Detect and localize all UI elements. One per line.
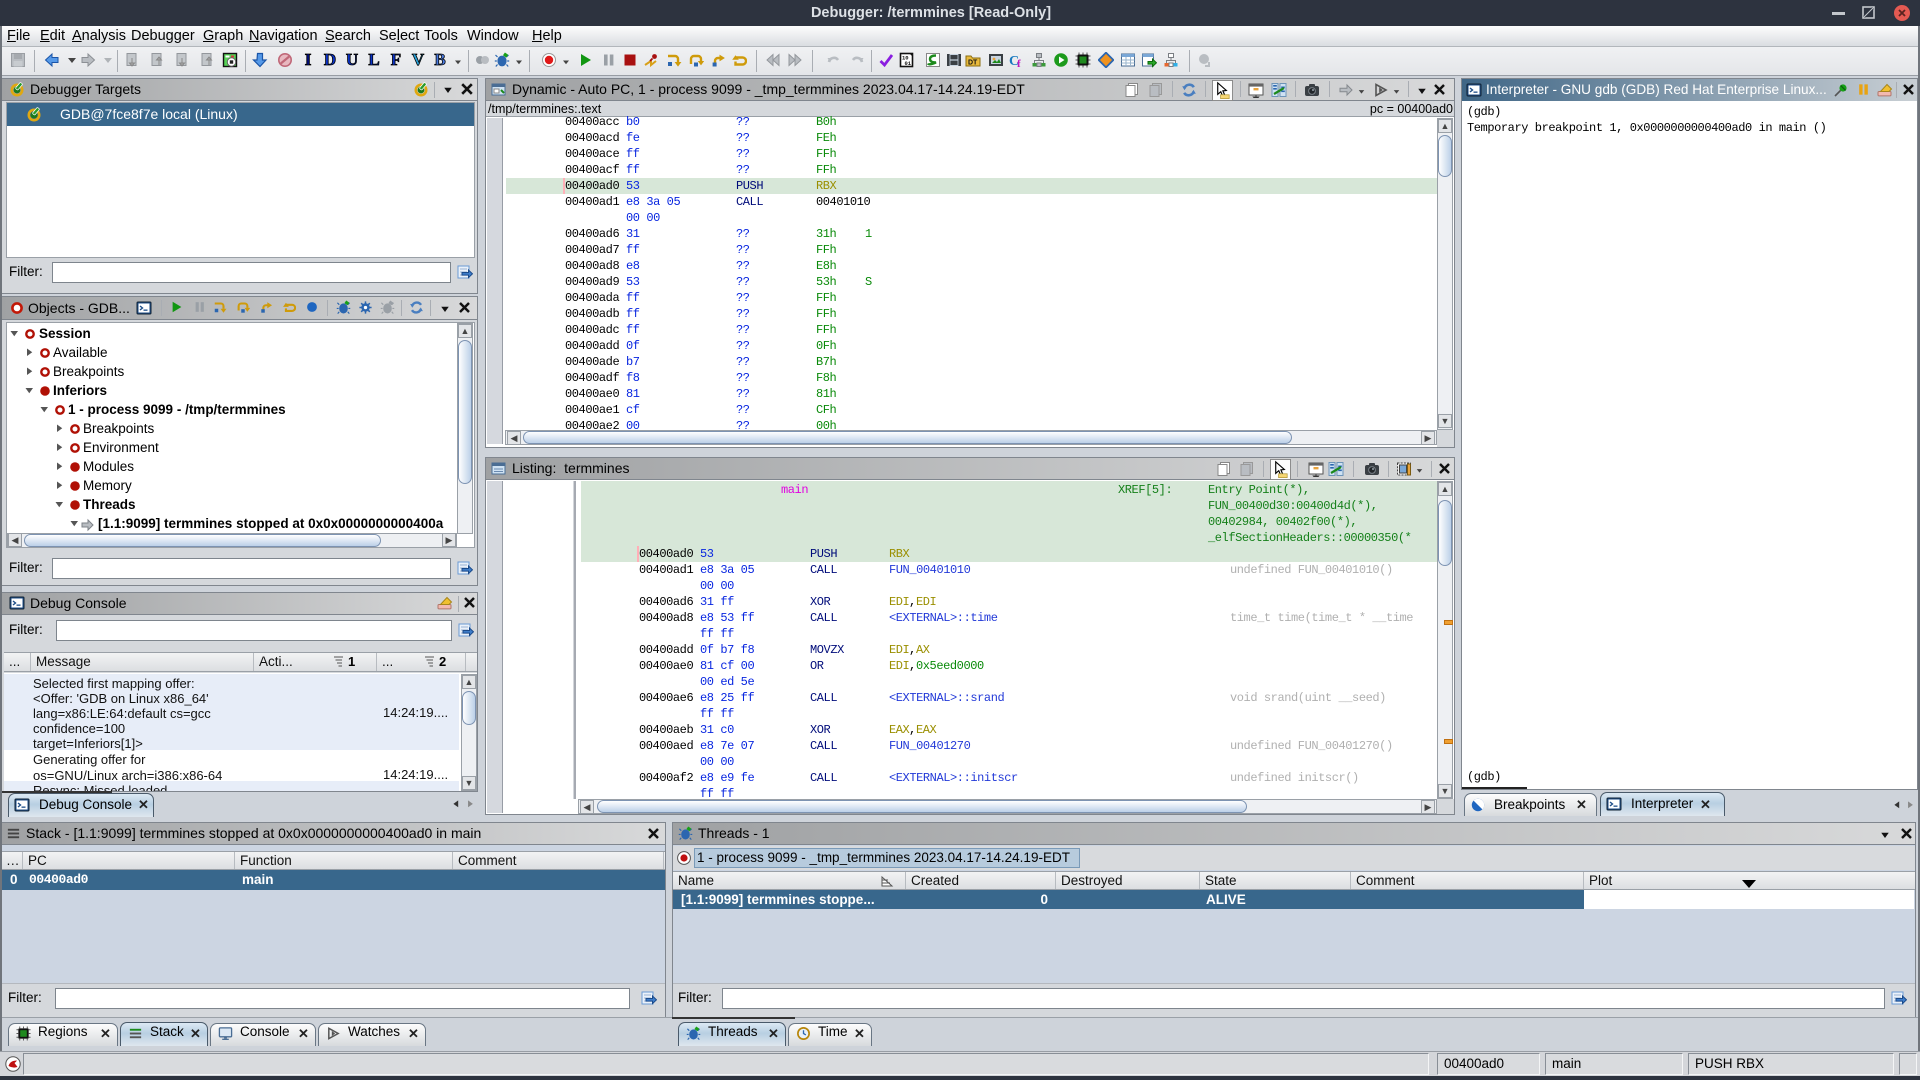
svg-text:DT: DT [968,60,978,67]
svg-text:01: 01 [905,60,912,67]
svg-text:f: f [1017,58,1021,68]
